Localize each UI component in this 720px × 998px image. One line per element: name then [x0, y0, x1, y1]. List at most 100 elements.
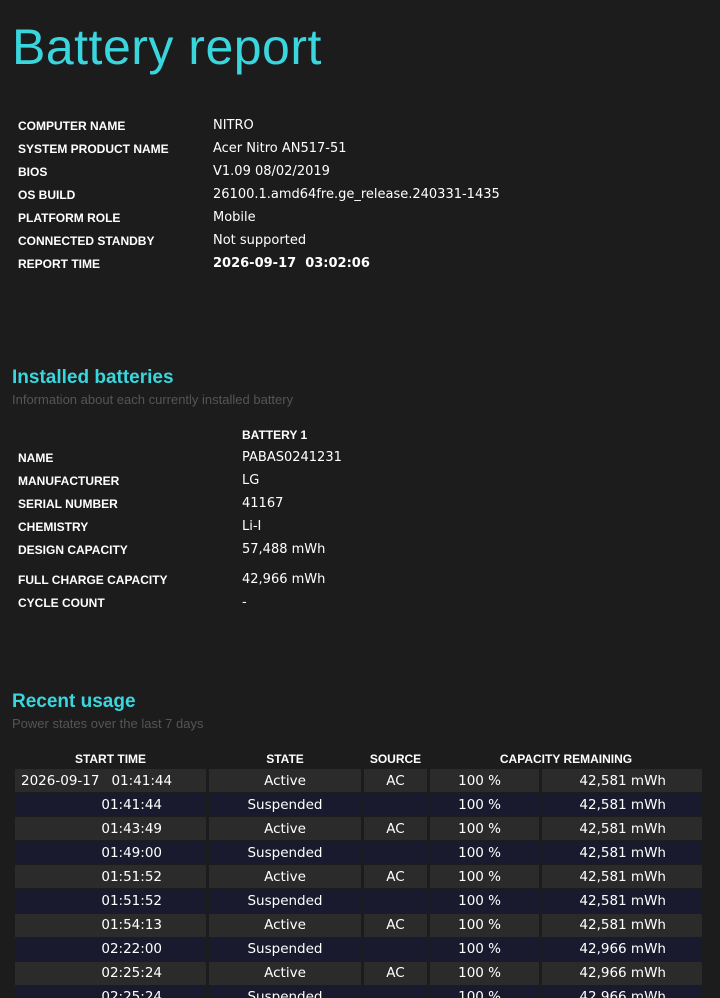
connected-standby-value: Not supported	[213, 233, 307, 248]
system-info-row: SYSTEM PRODUCT NAME Acer Nitro AN517-51	[18, 137, 500, 160]
recent-usage-header-row: START TIME STATE SOURCE CAPACITY REMAINI…	[15, 749, 702, 769]
cycle-count-value: -	[242, 595, 247, 610]
capacity-mwh-cell: 42,581 mWh	[542, 889, 702, 914]
capacity-mwh-cell: 42,966 mWh	[542, 961, 702, 986]
state-cell: Suspended	[209, 937, 361, 962]
usage-row: 01:51:52 Suspended 100 % 42,581 mWh	[15, 889, 702, 914]
capacity-percent-cell: 100 %	[430, 841, 539, 866]
platform-role-value: Mobile	[213, 210, 256, 225]
start-time-cell: 01:49:00	[15, 841, 206, 866]
source-cell	[364, 841, 427, 866]
source-cell: AC	[364, 769, 427, 794]
start-time: 01:41:44	[111, 772, 173, 789]
full-charge-capacity-value: 42,966 mWh	[242, 572, 326, 587]
capacity-percent-cell: 100 %	[430, 817, 539, 842]
capacity-mwh-cell: 42,966 mWh	[542, 937, 702, 962]
capacity-mwh-cell: 42,581 mWh	[542, 841, 702, 866]
serial-number-label: SERIAL NUMBER	[18, 496, 118, 511]
start-time-cell: 2026-09-17 01:41:44	[15, 769, 206, 794]
battery-row: MANUFACTURER LG	[18, 469, 342, 492]
computer-name-label: COMPUTER NAME	[18, 118, 126, 133]
page-title: Battery report	[12, 19, 322, 75]
start-time: 02:25:24	[101, 989, 162, 998]
recent-usage-subtitle: Power states over the last 7 days	[12, 716, 204, 731]
start-time-cell: 02:25:24	[15, 985, 206, 998]
usage-row: 01:49:00 Suspended 100 % 42,581 mWh	[15, 841, 702, 866]
battery-row: NAME PABAS0241231	[18, 446, 342, 469]
usage-row: 01:43:49 Active AC 100 % 42,581 mWh	[15, 817, 702, 842]
start-time: 01:51:52	[101, 893, 162, 910]
serial-number-value: 41167	[242, 496, 284, 511]
system-product-name-value: Acer Nitro AN517-51	[213, 141, 347, 156]
start-time: 01:51:52	[101, 868, 162, 885]
capacity-mwh-cell: 42,581 mWh	[542, 865, 702, 890]
platform-role-label: PLATFORM ROLE	[18, 210, 121, 225]
capacity-mwh-cell: 42,966 mWh	[542, 985, 702, 998]
state-cell: Active	[209, 817, 361, 842]
system-product-name-label: SYSTEM PRODUCT NAME	[18, 141, 169, 156]
usage-row: 2026-09-17 01:41:44 Active AC 100 % 42,581 mW…	[15, 769, 702, 794]
manufacturer-value: LG	[242, 473, 260, 488]
usage-row: 02:22:00 Suspended 100 % 42,966 mWh	[15, 937, 702, 962]
usage-row: 01:54:13 Active AC 100 % 42,581 mWh	[15, 913, 702, 938]
start-time-cell: 01:41:44	[15, 793, 206, 818]
manufacturer-label: MANUFACTURER	[18, 473, 120, 488]
system-info-table: COMPUTER NAME NITRO SYSTEM PRODUCT NAME …	[18, 114, 500, 275]
cycle-count-label: CYCLE COUNT	[18, 595, 105, 610]
source-cell: AC	[364, 817, 427, 842]
capacity-percent-cell: 100 %	[430, 889, 539, 914]
start-time-cell: 02:25:24	[15, 961, 206, 986]
source-cell	[364, 889, 427, 914]
battery-name-value: PABAS0241231	[242, 450, 342, 465]
state-cell: Suspended	[209, 841, 361, 866]
os-build-value: 26100.1.amd64fre.ge_release.240331-1435	[213, 187, 500, 202]
source-cell: AC	[364, 913, 427, 938]
capacity-mwh-cell: 42,581 mWh	[542, 793, 702, 818]
state-cell: Suspended	[209, 985, 361, 998]
start-time: 02:22:00	[101, 941, 162, 958]
usage-row: 02:25:24 Suspended 100 % 42,966 mWh	[15, 985, 702, 998]
state-cell: Suspended	[209, 889, 361, 914]
capacity-mwh-cell: 42,581 mWh	[542, 769, 702, 794]
installed-batteries-table: NAME PABAS0241231 MANUFACTURER LG SERIAL…	[18, 446, 342, 614]
source-cell	[364, 793, 427, 818]
system-info-row: OS BUILD 26100.1.amd64fre.ge_release.240…	[18, 183, 500, 206]
installed-batteries-heading: Installed batteries	[12, 367, 174, 388]
installed-batteries-subtitle: Information about each currently install…	[12, 392, 294, 407]
source-cell	[364, 985, 427, 998]
source-cell: AC	[364, 961, 427, 986]
capacity-percent-cell: 100 %	[430, 985, 539, 998]
design-capacity-label: DESIGN CAPACITY	[18, 542, 128, 557]
start-date: 2026-09-17	[21, 772, 100, 789]
state-cell: Active	[209, 913, 361, 938]
system-info-row: PLATFORM ROLE Mobile	[18, 206, 500, 229]
capacity-percent-cell: 100 %	[430, 913, 539, 938]
usage-row: 02:25:24 Active AC 100 % 42,966 mWh	[15, 961, 702, 986]
usage-row: 01:41:44 Suspended 100 % 42,581 mWh	[15, 793, 702, 818]
state-cell: Active	[209, 961, 361, 986]
source-header: SOURCE	[369, 752, 422, 766]
start-time: 02:25:24	[101, 965, 162, 982]
state-cell: Suspended	[209, 793, 361, 818]
start-time-cell: 02:22:00	[15, 937, 206, 962]
os-build-label: OS BUILD	[18, 187, 76, 202]
connected-standby-label: CONNECTED STANDBY	[18, 233, 155, 248]
battery-1-column-header: BATTERY 1	[242, 428, 308, 442]
capacity-percent-cell: 100 %	[430, 769, 539, 794]
bios-value: V1.09 08/02/2019	[213, 164, 330, 179]
capacity-mwh-cell: 42,581 mWh	[542, 817, 702, 842]
capacity-percent-cell: 100 %	[430, 961, 539, 986]
start-time: 01:54:13	[101, 917, 162, 934]
system-info-row: BIOS V1.09 08/02/2019	[18, 160, 500, 183]
chemistry-label: CHEMISTRY	[18, 519, 89, 534]
start-time: 01:41:44	[101, 796, 162, 813]
capacity-percent-cell: 100 %	[430, 937, 539, 962]
bios-label: BIOS	[18, 164, 48, 179]
state-cell: Active	[209, 769, 361, 794]
battery-row: SERIAL NUMBER 41167	[18, 492, 342, 515]
capacity-mwh-cell: 42,581 mWh	[542, 913, 702, 938]
state-header: STATE	[266, 752, 304, 766]
battery-row: DESIGN CAPACITY 57,488 mWh	[18, 538, 342, 561]
design-capacity-value: 57,488 mWh	[242, 542, 326, 557]
start-time-header: START TIME	[74, 752, 147, 766]
